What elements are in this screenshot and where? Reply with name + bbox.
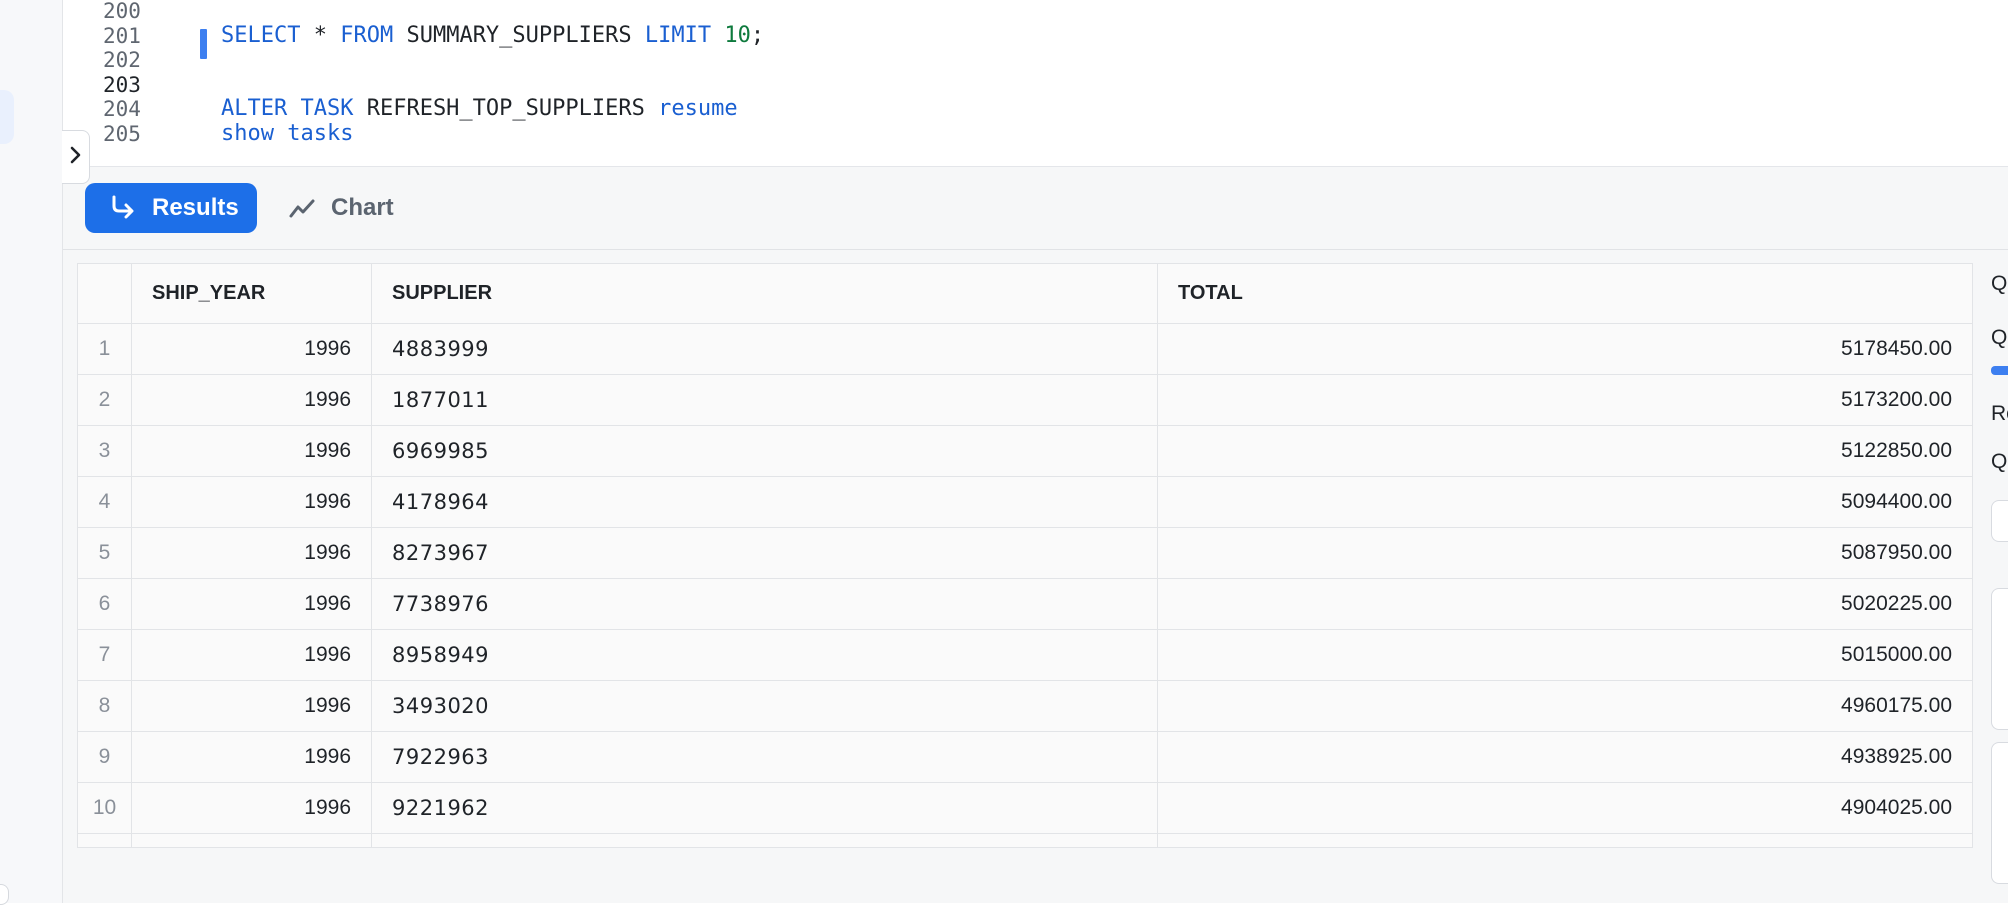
table-row-partial: [77, 833, 1973, 848]
table-row[interactable]: 9 1996 7922963 4938925.00: [77, 731, 1973, 783]
ship-year-cell[interactable]: 1996: [131, 680, 372, 732]
supplier-cell[interactable]: 8273967: [371, 527, 1158, 579]
line-chart-icon: [289, 195, 315, 221]
row-index-cell[interactable]: 7: [77, 629, 132, 681]
ship-year-cell[interactable]: 1996: [131, 425, 372, 477]
table-cell-partial: [371, 833, 1158, 848]
code-text[interactable]: show tasks: [221, 121, 353, 146]
supplier-cell[interactable]: 7738976: [371, 578, 1158, 630]
supplier-cell[interactable]: 6969985: [371, 425, 1158, 477]
total-cell[interactable]: 5122850.00: [1157, 425, 1973, 477]
chart-tab-button[interactable]: Chart: [289, 183, 394, 233]
supplier-cell[interactable]: 4178964: [371, 476, 1158, 528]
ship-year-cell[interactable]: 1996: [131, 323, 372, 375]
table-row[interactable]: 10 1996 9221962 4904025.00: [77, 782, 1973, 834]
query-details-panel: Q Q Ro Q: [1985, 260, 2008, 903]
supplier-cell[interactable]: 1877011: [371, 374, 1158, 426]
left-rail: [0, 0, 35, 905]
ship-year-cell[interactable]: 1996: [131, 374, 372, 426]
table-row[interactable]: 3 1996 6969985 5122850.00: [77, 425, 1973, 477]
ship-year-cell[interactable]: 1996: [131, 782, 372, 834]
total-cell[interactable]: 5087950.00: [1157, 527, 1973, 579]
row-index-cell[interactable]: 10: [77, 782, 132, 834]
supplier-cell[interactable]: 9221962: [371, 782, 1158, 834]
supplier-cell[interactable]: 3493020: [371, 680, 1158, 732]
table-row[interactable]: 4 1996 4178964 5094400.00: [77, 476, 1973, 528]
ship-year-cell[interactable]: 1996: [131, 578, 372, 630]
table-cell-partial: [77, 833, 132, 848]
row-index-header[interactable]: [77, 263, 132, 324]
query-duration-bar: [1991, 366, 2008, 375]
supplier-cell[interactable]: 7922963: [371, 731, 1158, 783]
row-index-cell[interactable]: 5: [77, 527, 132, 579]
row-index-cell[interactable]: 1: [77, 323, 132, 375]
table-row[interactable]: 2 1996 1877011 5173200.00: [77, 374, 1973, 426]
code-line[interactable]: 205 show tasks: [63, 111, 2008, 146]
row-index-cell[interactable]: 8: [77, 680, 132, 732]
chevron-right-icon: [69, 145, 83, 170]
chart-tab-label: Chart: [331, 194, 394, 221]
table-cell-partial: [131, 833, 372, 848]
total-cell[interactable]: 5094400.00: [1157, 476, 1973, 528]
table-body: 1 1996 4883999 5178450.00 2 1996 1877011 517320…: [77, 323, 1973, 848]
sql-editor[interactable]: 200 201 SELECT * FROM SUMMARY_SUPPLIERS LI…: [63, 0, 2008, 167]
ship-year-cell[interactable]: 1996: [131, 731, 372, 783]
results-tab-button[interactable]: Results: [85, 183, 257, 233]
side-panel-card: [1991, 588, 2008, 730]
results-table: SHIP_YEAR SUPPLIER TOTAL 1 1996 4883999 517…: [77, 263, 1973, 848]
supplier-cell[interactable]: 8958949: [371, 629, 1158, 681]
side-panel-label: Ro: [1991, 402, 2008, 425]
table-row[interactable]: 5 1996 8273967 5087950.00: [77, 527, 1973, 579]
ship-year-cell[interactable]: 1996: [131, 476, 372, 528]
side-panel-label: Q: [1991, 326, 2008, 349]
results-tab-label: Results: [152, 194, 239, 221]
total-cell[interactable]: 5015000.00: [1157, 629, 1973, 681]
total-cell[interactable]: 4960175.00: [1157, 680, 1973, 732]
ship-year-cell[interactable]: 1996: [131, 629, 372, 681]
column-header-total[interactable]: TOTAL: [1157, 263, 1973, 324]
table-row[interactable]: 1 1996 4883999 5178450.00: [77, 323, 1973, 375]
total-cell[interactable]: 5173200.00: [1157, 374, 1973, 426]
navigator-strip: [34, 0, 63, 903]
total-cell[interactable]: 4938925.00: [1157, 731, 1973, 783]
total-cell[interactable]: 5020225.00: [1157, 578, 1973, 630]
side-panel-input[interactable]: [1991, 500, 2008, 542]
side-panel-card: [1991, 742, 2008, 884]
table-header-row: SHIP_YEAR SUPPLIER TOTAL: [77, 263, 1973, 324]
total-cell[interactable]: 4904025.00: [1157, 782, 1973, 834]
table-row[interactable]: 6 1996 7738976 5020225.00: [77, 578, 1973, 630]
row-index-cell[interactable]: 6: [77, 578, 132, 630]
expand-sidebar-button[interactable]: [62, 130, 90, 184]
ship-year-cell[interactable]: 1996: [131, 527, 372, 579]
table-cell-partial: [1157, 833, 1973, 848]
table-row[interactable]: 7 1996 8958949 5015000.00: [77, 629, 1973, 681]
table-row[interactable]: 8 1996 3493020 4960175.00: [77, 680, 1973, 732]
line-number: 205: [103, 121, 141, 146]
row-index-cell[interactable]: 2: [77, 374, 132, 426]
rail-bottom-tab[interactable]: [0, 884, 9, 905]
row-index-cell[interactable]: 4: [77, 476, 132, 528]
arrow-turn-right-icon: [107, 193, 137, 223]
column-header-ship-year[interactable]: SHIP_YEAR: [131, 263, 372, 324]
side-panel-label: Q: [1991, 450, 2008, 473]
side-panel-label: Q: [1991, 272, 2008, 295]
column-header-supplier[interactable]: SUPPLIER: [371, 263, 1158, 324]
results-panel: Results Chart SHIP_YEAR SUPPLIER TOTAL 1…: [63, 167, 2008, 903]
row-index-cell[interactable]: 9: [77, 731, 132, 783]
total-cell[interactable]: 5178450.00: [1157, 323, 1973, 375]
row-index-cell[interactable]: 3: [77, 425, 132, 477]
results-toolbar: Results Chart: [63, 167, 2008, 250]
nav-active-indicator[interactable]: [0, 90, 14, 144]
supplier-cell[interactable]: 4883999: [371, 323, 1158, 375]
